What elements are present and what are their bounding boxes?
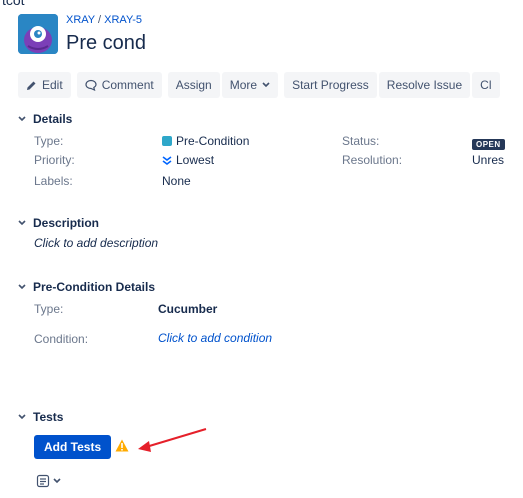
edit-button[interactable]: Edit bbox=[18, 72, 71, 98]
chevron-down-icon bbox=[18, 282, 28, 292]
precondition-heading: Pre-Condition Details bbox=[33, 280, 156, 294]
breadcrumb-issue-key[interactable]: XRAY-5 bbox=[104, 14, 142, 26]
chevron-down-icon bbox=[18, 218, 28, 228]
labels-value[interactable]: None bbox=[162, 174, 191, 188]
resolve-issue-button[interactable]: Resolve Issue bbox=[378, 72, 471, 98]
comment-button[interactable]: Comment bbox=[76, 72, 162, 98]
lowest-priority-icon bbox=[162, 155, 172, 165]
tests-section-toggle[interactable]: Tests bbox=[18, 410, 63, 424]
description-placeholder[interactable]: Click to add description bbox=[34, 236, 158, 250]
resolution-value: Unres bbox=[472, 153, 505, 167]
pencil-icon bbox=[27, 81, 36, 90]
details-section-toggle[interactable]: Details bbox=[18, 112, 72, 126]
description-section-toggle[interactable]: Description bbox=[18, 216, 99, 230]
priority-value-text: Lowest bbox=[176, 153, 215, 167]
monster-icon bbox=[18, 14, 58, 54]
status-label: Status: bbox=[342, 134, 380, 148]
precondition-section-toggle[interactable]: Pre-Condition Details bbox=[18, 280, 155, 294]
assign-more-group: Assign More bbox=[167, 72, 279, 98]
breadcrumb-separator: / bbox=[98, 14, 102, 26]
chevron-down-icon bbox=[53, 478, 61, 484]
breadcrumb: XRAY / XRAY-5 bbox=[66, 14, 142, 26]
view-options-dropdown[interactable] bbox=[36, 474, 61, 488]
condition-label: Condition: bbox=[34, 332, 89, 346]
type-value: Pre-Condition bbox=[162, 134, 249, 148]
edit-label: Edit bbox=[42, 78, 63, 92]
assign-button[interactable]: Assign bbox=[167, 72, 220, 98]
priority-value: Lowest bbox=[162, 153, 214, 167]
comment-label: Comment bbox=[101, 78, 154, 92]
precondition-type-label: Type: bbox=[34, 302, 64, 316]
document-list-icon bbox=[36, 474, 50, 488]
resolution-label: Resolution: bbox=[342, 153, 403, 167]
labels-label: Labels: bbox=[34, 174, 73, 188]
chevron-down-icon bbox=[18, 412, 28, 422]
start-progress-button[interactable]: Start Progress bbox=[284, 72, 377, 98]
close-issue-button[interactable]: Cl bbox=[472, 72, 500, 98]
more-button[interactable]: More bbox=[221, 72, 279, 98]
tests-heading: Tests bbox=[33, 410, 64, 424]
add-tests-button[interactable]: Add Tests bbox=[34, 435, 112, 459]
issue-toolbar: Edit Comment Assign More Start Progress … bbox=[18, 72, 500, 98]
priority-label: Priority: bbox=[34, 153, 75, 167]
type-label: Type: bbox=[34, 134, 64, 148]
project-avatar[interactable] bbox=[18, 14, 58, 54]
chevron-down-icon bbox=[262, 82, 270, 88]
comment-icon bbox=[85, 79, 97, 91]
type-value-text: Pre-Condition bbox=[176, 134, 250, 148]
chevron-down-icon bbox=[18, 114, 28, 124]
warning-icon[interactable] bbox=[115, 439, 129, 457]
description-heading: Description bbox=[33, 216, 100, 230]
add-condition-link[interactable]: Click to add condition bbox=[158, 331, 272, 345]
precondition-icon bbox=[162, 136, 172, 146]
precondition-type-value[interactable]: Cucumber bbox=[158, 302, 217, 316]
status-badge[interactable]: OPEN bbox=[472, 134, 505, 152]
issue-title[interactable]: Pre cond bbox=[66, 32, 146, 55]
workflow-group: Start Progress Resolve Issue Cl bbox=[284, 72, 500, 98]
breadcrumb-project[interactable]: XRAY bbox=[66, 14, 95, 26]
more-label: More bbox=[229, 78, 258, 92]
details-heading: Details bbox=[33, 112, 73, 126]
annotation-arrow-icon bbox=[138, 428, 207, 452]
window-fragment-text: tcot bbox=[2, 0, 25, 8]
